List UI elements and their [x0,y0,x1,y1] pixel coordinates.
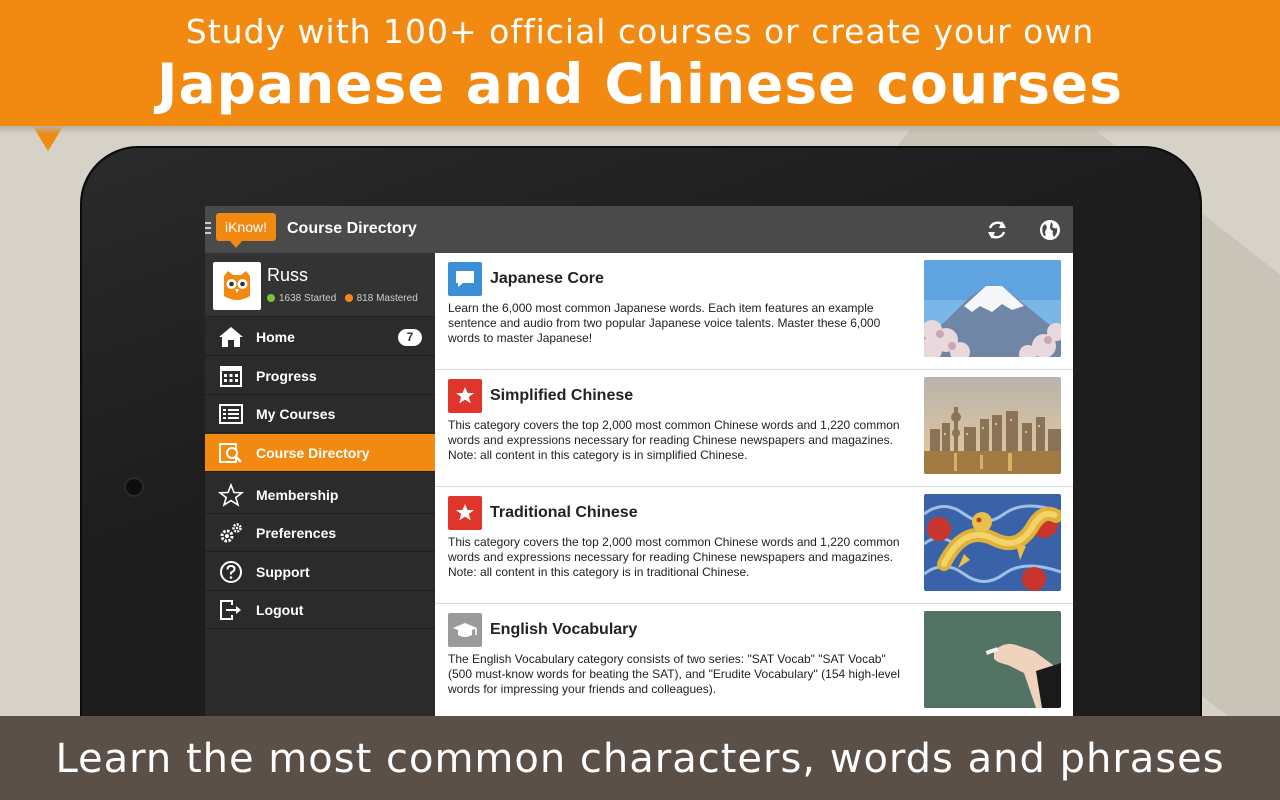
app-screen: iKnow! Course Directory Russ 1638 Starte… [205,206,1073,718]
started-count: 1638 Started [279,293,337,304]
course-card-english-vocabulary[interactable]: English Vocabulary The English Vocabular… [435,604,1073,718]
chalkboard-image [924,611,1061,708]
profile-header[interactable]: Russ 1638 Started 818 Mastered [205,253,435,317]
logout-icon [218,598,244,622]
action-bar: iKnow! Course Directory [205,206,1073,253]
mount-fuji-image [924,260,1061,357]
speech-bubble-icon [448,262,482,296]
sidebar-item-progress[interactable]: Progress [205,357,435,395]
profile-name: Russ [267,265,309,285]
sidebar-item-home[interactable]: Home 7 [205,318,435,356]
sidebar-item-label: Membership [256,487,339,503]
course-list: Japanese Core Learn the 6,000 most commo… [435,253,1073,718]
navigation-drawer: Russ 1638 Started 818 Mastered Home 7 Pr… [205,253,435,718]
sidebar-item-support[interactable]: Support [205,553,435,591]
course-title: Simplified Chinese [490,387,634,404]
course-title: Traditional Chinese [490,504,638,521]
sidebar-item-label: Course Directory [256,445,370,461]
course-card-simplified-chinese[interactable]: Simplified Chinese This category covers … [435,370,1073,487]
drawer-indicator-icon[interactable] [205,222,211,236]
course-card-traditional-chinese[interactable]: Traditional Chinese This category covers… [435,487,1073,604]
help-icon [218,560,244,584]
course-description: The English Vocabulary category consists… [448,652,900,696]
mastered-dot-icon [344,294,353,302]
home-count-badge: 7 [398,329,422,346]
top-banner: Study with 100+ official courses or crea… [0,0,1280,126]
banner-title: Japanese and Chinese courses [157,52,1123,116]
page-title: Course Directory [287,220,417,237]
mastered-count: 818 Mastered [356,293,418,304]
sidebar-item-label: My Courses [256,406,336,422]
refresh-icon[interactable] [984,217,1010,243]
course-title: Japanese Core [490,270,604,287]
star-flag-icon [448,496,482,530]
banner-subtitle: Study with 100+ official courses or crea… [185,12,1095,51]
sidebar-item-label: Progress [256,368,317,384]
profile-stats: 1638 Started 818 Mastered [267,293,418,304]
course-title: English Vocabulary [490,621,638,638]
app-logo[interactable]: iKnow! [216,213,276,248]
sidebar-item-membership[interactable]: Membership [205,476,435,514]
home-icon [218,325,244,349]
sidebar-item-label: Logout [256,602,304,618]
started-dot-icon [267,294,275,302]
sidebar-item-my-courses[interactable]: My Courses [205,395,435,433]
sidebar-item-course-directory[interactable]: Course Directory [205,434,435,472]
course-description: This category covers the top 2,000 most … [448,418,900,462]
sidebar-item-label: Home [256,329,295,345]
course-card-japanese-core[interactable]: Japanese Core Learn the 6,000 most commo… [435,253,1073,370]
tablet-camera [124,477,144,497]
star-icon [217,482,245,507]
globe-icon[interactable] [1037,217,1063,243]
dragon-image [924,494,1061,591]
bottom-banner-text: Learn the most common characters, words … [55,736,1225,782]
calendar-icon [218,364,244,388]
star-flag-icon [448,379,482,413]
bottom-banner: Learn the most common characters, words … [0,716,1280,800]
graduation-cap-icon [448,613,482,647]
list-icon [218,402,244,426]
search-directory-icon [218,441,244,465]
shanghai-skyline-image [924,377,1061,474]
banner-shadow [0,126,1280,134]
sidebar-item-logout[interactable]: Logout [205,591,435,629]
sidebar-item-label: Preferences [256,525,337,541]
course-description: Learn the 6,000 most common Japanese wor… [448,301,881,345]
course-description: This category covers the top 2,000 most … [448,535,900,579]
owl-icon [213,262,261,310]
sidebar-item-label: Support [256,564,310,580]
sidebar-item-preferences[interactable]: Preferences [205,514,435,552]
gears-icon [218,521,244,545]
